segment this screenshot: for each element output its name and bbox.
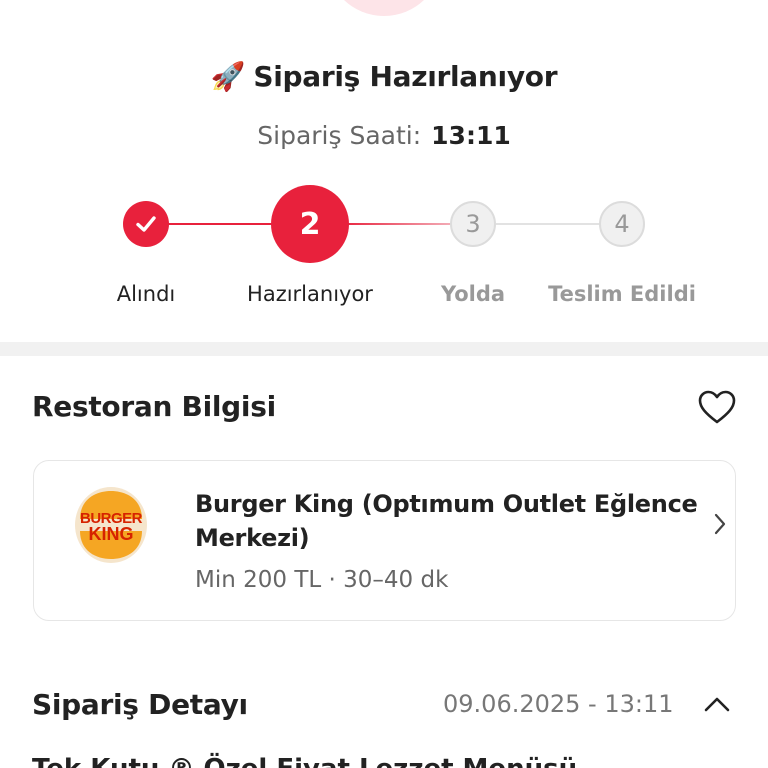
restaurant-card[interactable]: BURGER KING Burger King (Optımum Outlet … [33,460,736,621]
step-4-circle: 4 [599,201,645,247]
order-status-text: Sipariş Hazırlanıyor [253,60,558,93]
step-3-label: Yolda [440,282,506,306]
step-4-number: 4 [614,210,630,238]
restaurant-section-title: Restoran Bilgisi [32,390,276,423]
burger-king-logo: BURGER KING [74,485,148,565]
step-1-done-circle [123,201,169,247]
restaurant-name: Burger King (Optımum Outlet Eğlence Merk… [195,490,698,552]
step-2-active-circle: 2 [271,185,349,263]
order-time-label: Sipariş Saati: [257,121,422,150]
step-3-number: 3 [465,210,481,238]
check-icon [136,216,156,232]
favorite-heart-icon[interactable] [697,388,737,428]
order-detail-date: 09.06.2025 - 13:11 [443,690,674,718]
step-1-label: Alındı [116,282,176,306]
progress-line-active [340,223,460,225]
section-divider [0,342,768,356]
logo-text-bottom: KING [89,524,134,544]
order-item-line: Tek Kutu ® Özel Fiyat Lezzet Menüsü [32,754,577,768]
status-illustration-blob [326,0,442,16]
order-time-value: 13:11 [431,121,511,150]
chevron-up-icon[interactable] [702,692,732,716]
order-time: Sipariş Saati: 13:11 [0,121,768,150]
step-4-label: Teslim Edildi [548,282,696,306]
order-detail-title: Sipariş Detayı [32,688,248,721]
rocket-icon: 🚀 [210,60,246,93]
progress-line-pending [496,223,600,225]
restaurant-meta: Min 200 TL · 30–40 dk [195,567,449,593]
step-2-number: 2 [299,206,321,242]
order-status-title: 🚀 Sipariş Hazırlanıyor [0,60,768,93]
step-2-label: Hazırlanıyor [247,282,373,306]
step-3-circle: 3 [450,201,496,247]
chevron-right-icon [710,509,730,539]
